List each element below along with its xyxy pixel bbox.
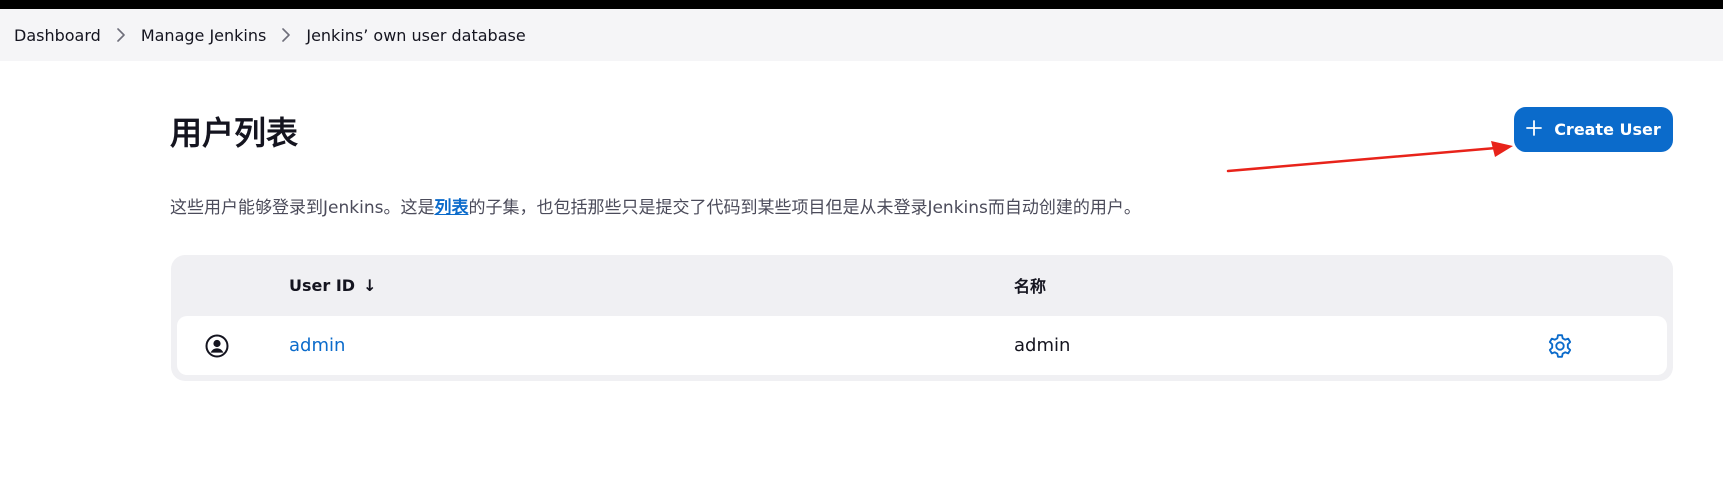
create-user-button[interactable]: Create User: [1514, 107, 1673, 152]
red-arrow-annotation: [1226, 141, 1513, 173]
column-header-user-id[interactable]: User ID ↓: [289, 255, 376, 315]
description-text-after: 的子集，也包括那些只是提交了代码到某些项目但是从未登录Jenkins而自动创建的…: [468, 198, 1141, 218]
user-name: admin: [1014, 335, 1071, 356]
chevron-right-icon: [101, 25, 141, 45]
top-bar: [0, 0, 1723, 9]
breadcrumb: Dashboard Manage Jenkins Jenkins’ own us…: [0, 9, 1723, 61]
page-description: 这些用户能够登录到Jenkins。这是列表的子集，也包括那些只是提交了代码到某些…: [170, 193, 1141, 218]
plus-icon: [1526, 119, 1543, 140]
user-id-link[interactable]: admin: [289, 316, 345, 375]
breadcrumb-item-manage-jenkins[interactable]: Manage Jenkins: [141, 26, 267, 45]
create-user-label: Create User: [1554, 120, 1661, 139]
people-list-link[interactable]: 列表: [434, 198, 468, 218]
column-header-user-id-label: User ID: [289, 275, 356, 295]
table-row: admin admin: [177, 316, 1667, 375]
chevron-right-icon: [266, 25, 306, 45]
description-text-before: 这些用户能够登录到Jenkins。这是: [170, 198, 435, 218]
column-header-name[interactable]: 名称: [1014, 255, 1046, 315]
users-table: User ID ↓ 名称 admin admin: [171, 255, 1673, 381]
page-title: 用户列表: [170, 114, 299, 152]
breadcrumb-item-user-database[interactable]: Jenkins’ own user database: [306, 26, 525, 45]
user-circle-icon: [204, 316, 230, 375]
gear-icon[interactable]: [1545, 316, 1575, 375]
sort-arrow-down-icon: ↓: [363, 275, 377, 295]
breadcrumb-item-dashboard[interactable]: Dashboard: [14, 26, 101, 45]
